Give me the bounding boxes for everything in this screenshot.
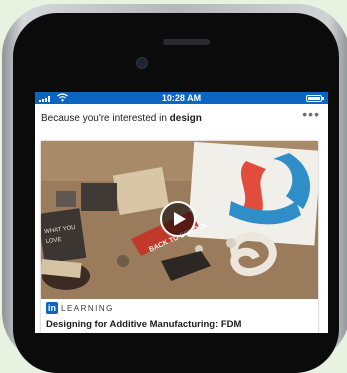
recommendation-topic: design (169, 113, 202, 124)
brand-row: in LEARNING (41, 299, 318, 317)
more-horizontal-icon[interactable]: ••• (302, 106, 320, 122)
status-time: 10:28 AM (161, 93, 202, 103)
battery-icon (306, 95, 324, 102)
course-card[interactable]: WHAT YOU LOVE BACK TO SCHOOL in LEARNING… (41, 141, 318, 333)
linkedin-logo: in (46, 302, 58, 314)
recommendation-prefix: Because you're interested in (41, 113, 170, 124)
front-camera (136, 57, 148, 69)
course-title[interactable]: Designing for Additive Manufacturing: FD… (46, 319, 241, 330)
earpiece-speaker (163, 39, 210, 45)
course-thumbnail[interactable]: WHAT YOU LOVE BACK TO SCHOOL (41, 141, 318, 299)
brand-name: LEARNING (61, 304, 114, 313)
recommendation-reason: Because you're interested in design (41, 113, 202, 124)
phone-screen: 10:28 AM Because you're interested in de… (35, 92, 328, 333)
play-icon[interactable] (160, 201, 196, 237)
recommendation-header: Because you're interested in design ••• (35, 104, 328, 130)
status-bar: 10:28 AM (35, 92, 328, 104)
